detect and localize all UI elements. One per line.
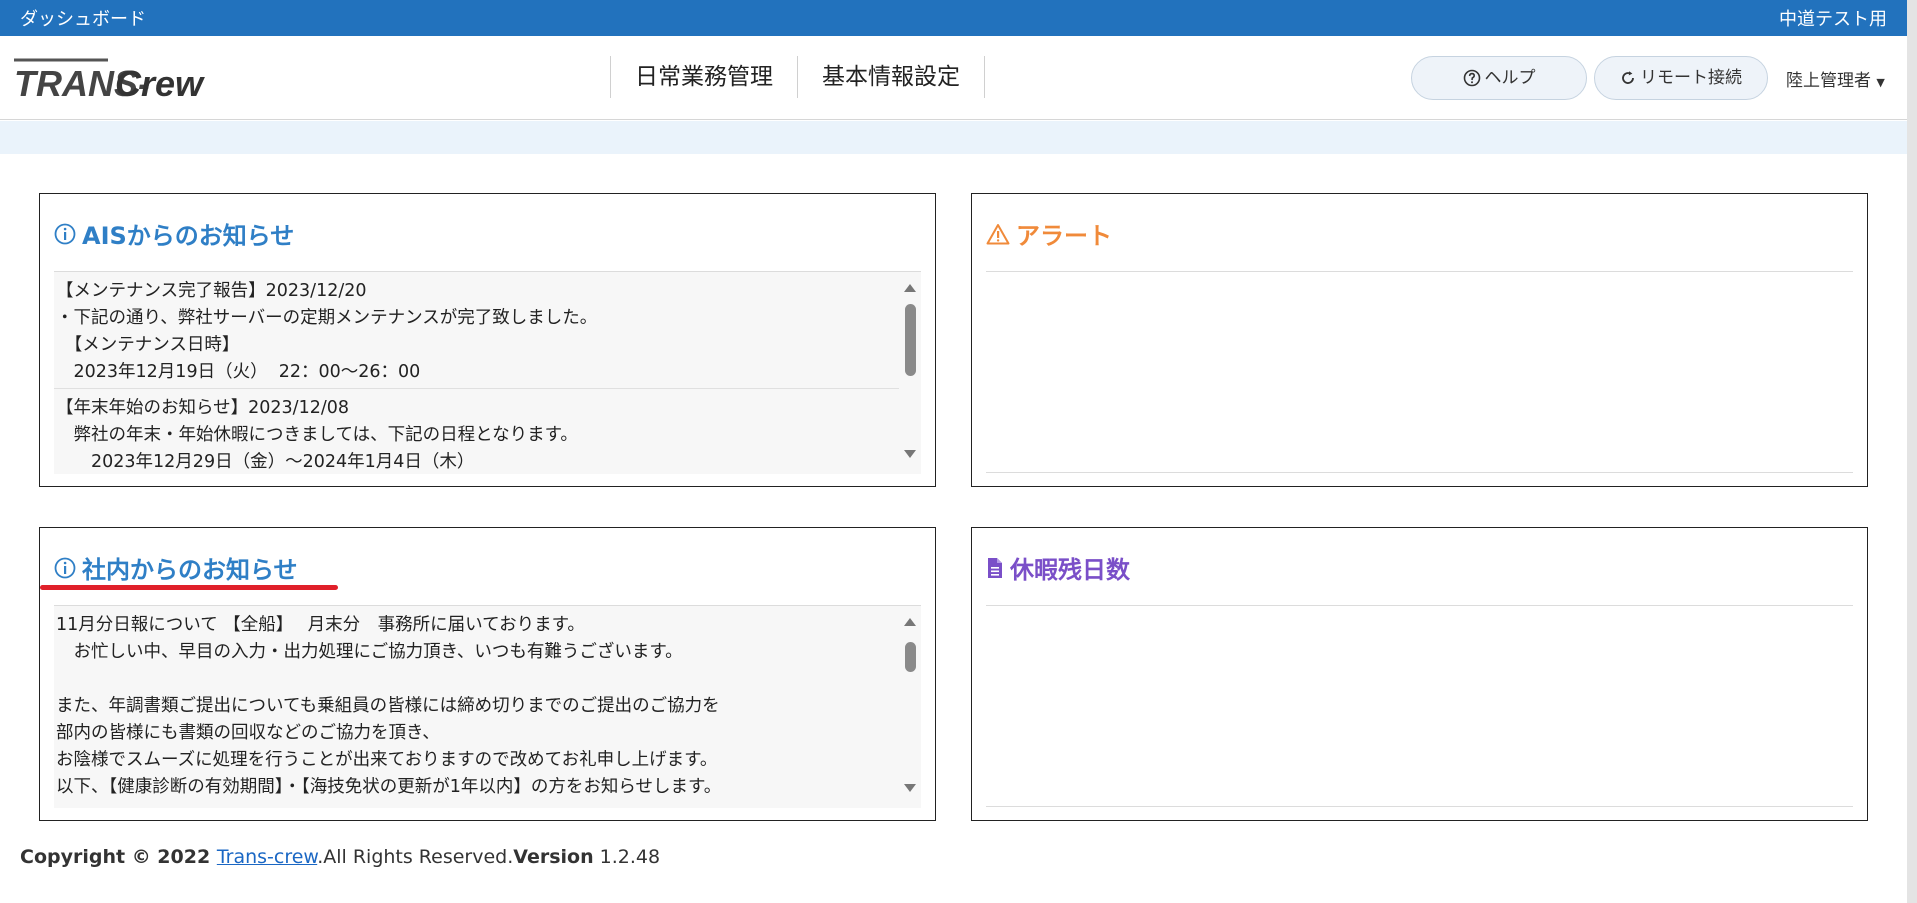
entry-line: 【年末年始のお知らせ】2023/12/08 [56,398,350,418]
footer: Copyright © 2022 Trans-crew.All Rights R… [20,846,660,868]
question-circle-icon [1463,69,1480,87]
entry-line: 【メンテナンス日時】 [56,335,240,355]
caret-down-icon: ▼ [1876,76,1885,89]
remote-label: リモート接続 [1640,68,1742,88]
annotation-underline [40,585,338,590]
environment-label: 中道テスト用 [1779,9,1887,30]
ais-notice-list[interactable]: 【メンテナンス完了報告】2023/12/20 ・下記の通り、弊社サーバーの定期メ… [54,272,921,474]
main-menu: 日常業務管理 基本情報設定 [610,56,985,98]
top-bar: ダッシュボード 中道テスト用 [0,0,1907,36]
list-item: 【年末年始のお知らせ】2023/12/08 弊社の年末・年始休暇につきましては、… [54,389,899,474]
alert-heading: アラート [986,216,1112,251]
notice-line: 部内の皆様にも書類の回収などのご協力を頂き、 [56,723,440,743]
scroll-down-icon[interactable] [904,784,916,792]
notice-line: また、年調書類ご提出についても乗組員の皆様には締め切りまでのご提出のご協力を [56,696,720,716]
entry-line: 【メンテナンス完了報告】2023/12/20 [56,281,367,301]
info-circle-icon [54,223,76,244]
scroll-up-icon[interactable] [904,618,916,626]
internal-notice-title: 社内からのお知らせ [82,556,298,584]
alert-title: アラート [1016,222,1112,250]
scrollbar[interactable] [899,272,921,474]
rights-text: .All Rights Reserved. [317,846,514,868]
page-title: ダッシュボード [20,9,146,30]
trans-crew-logo[interactable]: TRANS- Crew [12,54,208,104]
user-name: 陸上管理者 [1786,71,1871,91]
sub-header-band [0,121,1907,154]
header-nav: TRANS- Crew 日常業務管理 基本情報設定 ヘルプ リモート接続 陸上管… [0,36,1907,120]
divider [986,605,1853,606]
notice-line: 11月分日報について 【全船】 月末分 事務所に届いております。 [56,615,585,635]
notice-line: お忙しい中、早目の入力・出力処理にご協力頂き、いつも有難うございます。 [56,642,683,662]
company-link[interactable]: Trans-crew [217,846,317,868]
window-edge [1907,0,1917,903]
warning-triangle-icon [986,223,1010,244]
leave-balance-title: 休暇残日数 [1010,556,1130,584]
internal-notice-heading: 社内からのお知らせ [54,550,298,585]
ais-notice-card: AISからのお知らせ 【メンテナンス完了報告】2023/12/20 ・下記の通り… [39,193,936,487]
entry-line: 2023年12月29日（金）〜2024年1月4日（木） [56,452,475,472]
document-icon [988,557,1002,578]
internal-notice-card: 社内からのお知らせ 11月分日報について 【全船】 月末分 事務所に届いておりま… [39,527,936,821]
copyright-text: Copyright © 2022 [20,846,217,868]
ais-notice-heading: AISからのお知らせ [54,216,294,251]
ais-notice-title: AISからのお知らせ [82,222,295,250]
scrollbar[interactable] [899,606,921,808]
version-number: 1.2.48 [593,846,661,868]
entry-line: 2023年12月19日（火） 22：00〜26：00 [56,362,421,382]
version-label: Version [513,846,594,868]
list-item: 【メンテナンス完了報告】2023/12/20 ・下記の通り、弊社サーバーの定期メ… [54,272,899,389]
entry-line: 弊社の年末・年始休暇につきましては、下記の日程となります。 [56,425,578,445]
entry-line: ・下記の通り、弊社サーバーの定期メンテナンスが完了致しました。 [56,308,598,328]
refresh-icon [1622,71,1634,84]
help-button[interactable]: ヘルプ [1411,56,1587,100]
scroll-thumb[interactable] [905,304,916,376]
divider [986,472,1853,473]
leave-balance-card: 休暇残日数 [971,527,1868,821]
info-circle-icon [54,557,76,578]
notice-line: 以下、【健康診断の有効期間】・【海技免状の更新が1年以内】の方をお知らせします。 [56,777,722,797]
remote-connect-button[interactable]: リモート接続 [1594,56,1768,100]
divider [986,806,1853,807]
help-label: ヘルプ [1484,68,1536,88]
notice-line: お陰様でスムーズに処理を行うことが出来ておりますので改めてお礼申し上げます。 [56,750,718,770]
menu-daily-operations[interactable]: 日常業務管理 [610,56,797,98]
divider [986,271,1853,272]
scroll-down-icon[interactable] [904,450,916,458]
scroll-up-icon[interactable] [904,284,916,292]
menu-basic-settings[interactable]: 基本情報設定 [797,56,985,98]
user-menu[interactable]: 陸上管理者 ▼ [1786,66,1885,91]
leave-balance-heading: 休暇残日数 [986,550,1130,585]
notice-line [54,666,899,693]
scroll-thumb[interactable] [905,642,916,672]
internal-notice-list[interactable]: 11月分日報について 【全船】 月末分 事務所に届いております。 お忙しい中、早… [54,606,921,808]
alert-card: アラート [971,193,1868,487]
